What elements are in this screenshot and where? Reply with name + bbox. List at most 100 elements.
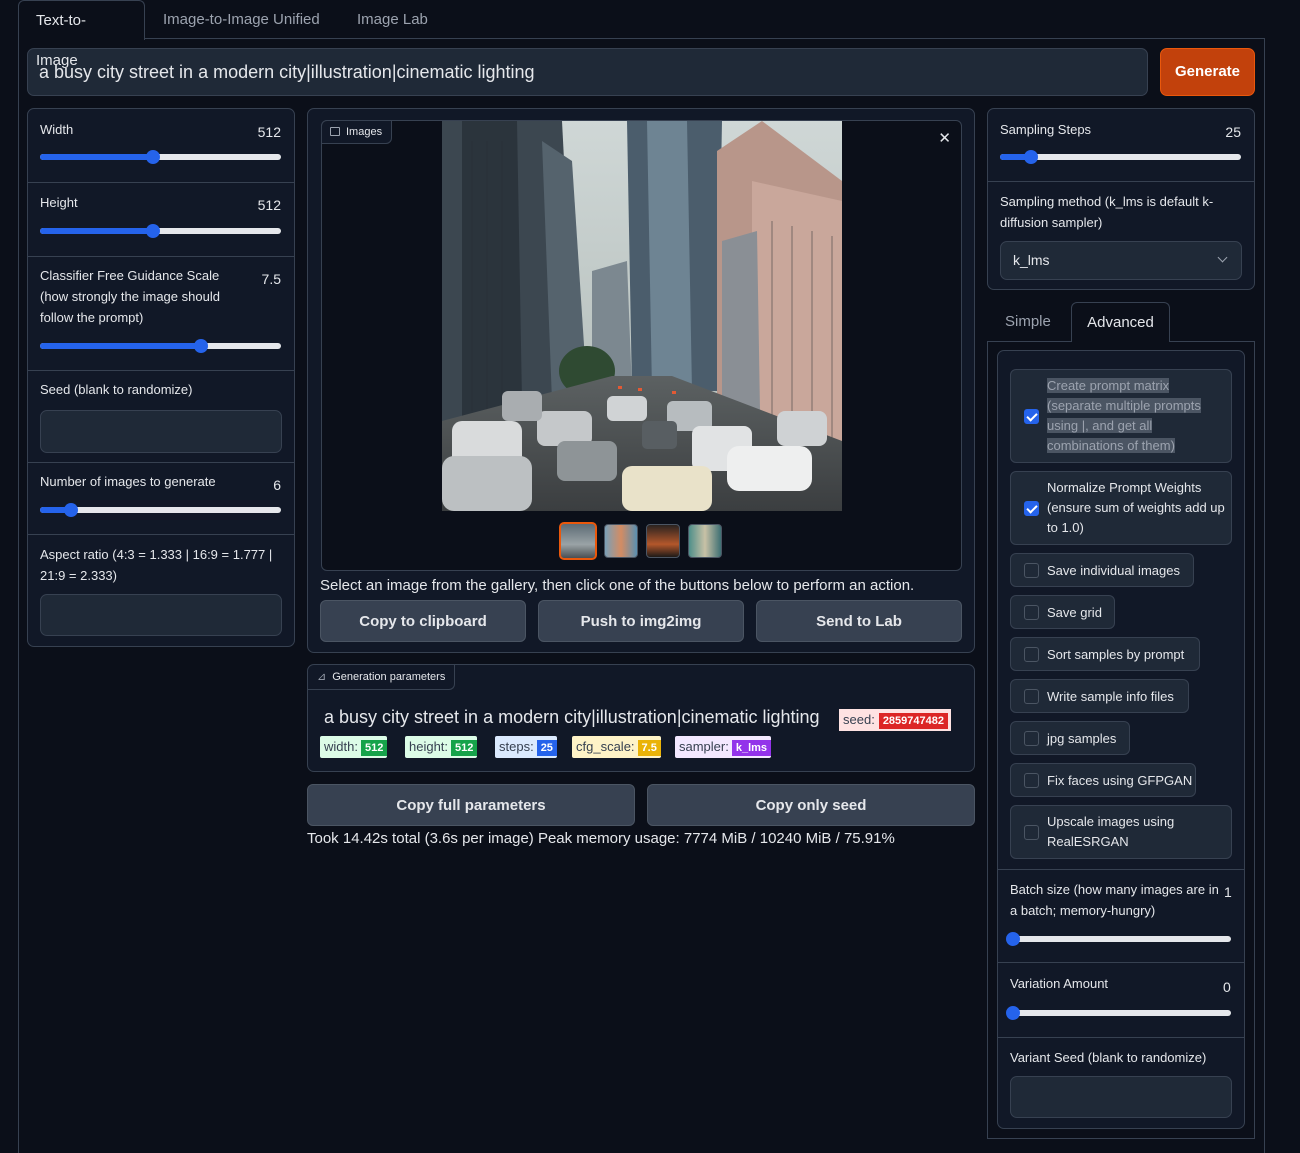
fix-faces-checkbox[interactable] xyxy=(1024,773,1039,788)
upscale-option[interactable]: Upscale images using RealESRGAN xyxy=(1010,805,1232,859)
width-slider-thumb[interactable] xyxy=(146,150,161,164)
steps-chip-key: steps: xyxy=(499,739,534,754)
variation-amount-label: Variation Amount xyxy=(1010,976,1109,991)
thumbnail-2[interactable] xyxy=(604,524,638,558)
batch-size-slider[interactable] xyxy=(1006,932,1231,946)
fix-faces-option[interactable]: Fix faces using GFPGAN xyxy=(1010,763,1196,797)
height-block: Height 512 xyxy=(28,183,294,257)
batch-size-value: 1 xyxy=(1224,884,1232,900)
save-grid-option[interactable]: Save grid xyxy=(1010,595,1115,629)
cfg-label: Classifier Free Guidance Scale (how stro… xyxy=(40,268,220,325)
write-sample-info-option[interactable]: Write sample info files xyxy=(1010,679,1189,713)
save-grid-checkbox[interactable] xyxy=(1024,605,1039,620)
sort-samples-option[interactable]: Sort samples by prompt xyxy=(1010,637,1200,671)
image-icon xyxy=(330,127,340,136)
cfg-slider-fill xyxy=(40,343,202,349)
sampling-steps-slider-thumb[interactable] xyxy=(1024,150,1039,164)
steps-chip-value: 25 xyxy=(536,740,557,756)
save-individual-images-checkbox[interactable] xyxy=(1024,563,1039,578)
width-chip-value: 512 xyxy=(360,740,388,756)
sort-samples-label: Sort samples by prompt xyxy=(1047,647,1185,662)
aspect-input[interactable] xyxy=(40,594,282,636)
sampling-method-select[interactable]: k_lms xyxy=(1000,241,1242,280)
cfg-slider[interactable] xyxy=(40,339,281,353)
batch-size-label: Batch size (how many images are in a bat… xyxy=(1010,882,1219,918)
prompt-matrix-option[interactable]: Create prompt matrix (separate multiple … xyxy=(1010,369,1232,463)
prompt-matrix-checkbox[interactable] xyxy=(1024,409,1039,424)
subtab-simple[interactable]: Simple xyxy=(1005,313,1051,330)
copy-full-parameters-button[interactable]: Copy full parameters xyxy=(307,784,635,826)
sampling-method-value: k_lms xyxy=(1013,252,1050,268)
variant-seed-input[interactable] xyxy=(1010,1076,1232,1118)
stats-text: Took 14.42s total (3.6s per image) Peak … xyxy=(307,830,895,847)
cfg-slider-thumb[interactable] xyxy=(194,339,209,353)
tab-image-to-image-unified[interactable]: Image-to-Image Unified xyxy=(146,0,337,39)
batch-divider xyxy=(998,962,1244,963)
chevron-down-icon xyxy=(1217,252,1228,263)
upscale-checkbox[interactable] xyxy=(1024,825,1039,840)
send-to-lab-button[interactable]: Send to Lab xyxy=(756,600,962,642)
city-street-image[interactable] xyxy=(442,121,842,511)
height-slider[interactable] xyxy=(40,224,281,238)
seed-block: Seed (blank to randomize) xyxy=(28,371,294,463)
copy-to-clipboard-button[interactable]: Copy to clipboard xyxy=(320,600,526,642)
thumbnail-1[interactable] xyxy=(559,522,597,560)
seed-chip: seed: 2859747482 xyxy=(839,709,951,731)
num-images-block: Number of images to generate 6 xyxy=(28,463,294,535)
write-sample-info-label: Write sample info files xyxy=(1047,689,1174,704)
subtab-advanced[interactable]: Advanced xyxy=(1071,302,1170,342)
variant-seed-label: Variant Seed (blank to randomize) xyxy=(1010,1050,1207,1065)
tab-text-to-image[interactable]: Text-to-Image xyxy=(18,0,145,69)
write-sample-info-checkbox[interactable] xyxy=(1024,689,1039,704)
generation-parameters-label: Generation parameters xyxy=(332,671,446,683)
seed-chip-value: 2859747482 xyxy=(878,713,948,729)
seed-input[interactable] xyxy=(40,410,282,453)
chart-icon: ⊿ xyxy=(317,671,327,683)
height-chip-key: height: xyxy=(409,739,449,754)
copy-only-seed-button[interactable]: Copy only seed xyxy=(647,784,975,826)
generate-button[interactable]: Generate xyxy=(1160,48,1255,96)
num-images-slider[interactable] xyxy=(40,503,281,517)
height-chip: height: 512 xyxy=(405,736,478,758)
width-chip: width: 512 xyxy=(320,736,388,758)
prompt-matrix-label: Create prompt matrix (separate multiple … xyxy=(1047,376,1217,456)
normalize-weights-checkbox[interactable] xyxy=(1024,501,1039,516)
aspect-label: Aspect ratio (4:3 = 1.333 | 16:9 = 1.777… xyxy=(40,547,273,583)
gallery-panel: Images ✕ Select an image from the galler… xyxy=(307,108,975,653)
fix-faces-label: Fix faces using GFPGAN xyxy=(1047,773,1193,788)
jpg-samples-option[interactable]: jpg samples xyxy=(1010,721,1130,755)
push-to-img2img-button[interactable]: Push to img2img xyxy=(538,600,744,642)
normalize-weights-option[interactable]: Normalize Prompt Weights (ensure sum of … xyxy=(1010,471,1232,545)
save-individual-images-option[interactable]: Save individual images xyxy=(1010,553,1194,587)
prompt-input[interactable]: a busy city street in a modern city|illu… xyxy=(27,48,1148,96)
width-slider[interactable] xyxy=(40,150,281,164)
height-value: 512 xyxy=(257,197,281,213)
aspect-block: Aspect ratio (4:3 = 1.333 | 16:9 = 1.777… xyxy=(28,535,294,647)
close-icon[interactable]: ✕ xyxy=(938,129,951,147)
width-value: 512 xyxy=(257,124,281,140)
steps-chip: steps: 25 xyxy=(495,736,557,758)
save-individual-images-label: Save individual images xyxy=(1047,563,1180,578)
height-slider-fill xyxy=(40,228,154,234)
width-slider-fill xyxy=(40,154,154,160)
images-tag-label: Images xyxy=(346,126,383,138)
normalize-weights-label: Normalize Prompt Weights (ensure sum of … xyxy=(1047,480,1225,535)
thumbnail-4[interactable] xyxy=(688,524,722,558)
num-images-label: Number of images to generate xyxy=(40,474,216,489)
height-chip-value: 512 xyxy=(451,740,478,756)
sampling-panel: Sampling Steps 25 Sampling method (k_lms… xyxy=(987,108,1255,290)
height-label: Height xyxy=(40,195,78,210)
sampling-steps-slider[interactable] xyxy=(1000,150,1241,164)
sort-samples-checkbox[interactable] xyxy=(1024,647,1039,662)
width-chip-key: width: xyxy=(324,739,358,754)
num-images-slider-thumb[interactable] xyxy=(64,503,79,517)
upscale-label: Upscale images using RealESRGAN xyxy=(1047,814,1175,849)
height-slider-thumb[interactable] xyxy=(146,224,161,238)
thumbnail-3[interactable] xyxy=(646,524,680,558)
jpg-samples-checkbox[interactable] xyxy=(1024,731,1039,746)
cfg-block: Classifier Free Guidance Scale (how stro… xyxy=(28,257,294,371)
variation-amount-slider[interactable] xyxy=(1006,1006,1231,1020)
sampling-steps-block: Sampling Steps 25 xyxy=(988,109,1254,182)
images-tag: Images xyxy=(321,120,393,144)
tab-image-lab[interactable]: Image Lab xyxy=(340,0,445,39)
